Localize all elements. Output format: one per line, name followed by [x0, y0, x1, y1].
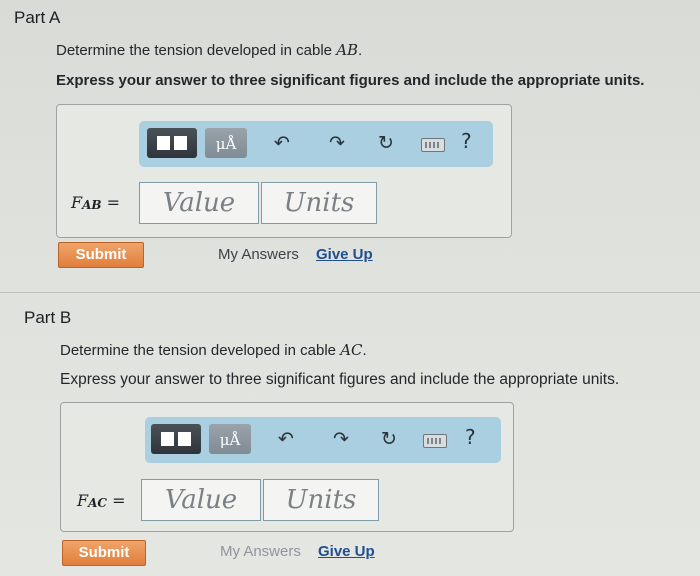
template-block-icon — [178, 432, 191, 446]
units-input[interactable]: Units — [261, 182, 377, 224]
help-icon[interactable]: ? — [465, 425, 476, 449]
part-a-submit-button[interactable]: Submit — [58, 242, 144, 268]
template-block-icon — [157, 136, 170, 150]
undo-icon[interactable]: ↶ — [274, 131, 290, 155]
part-a-instruction: Express your answer to three significant… — [56, 72, 645, 89]
prompt-text: Determine the tension developed in cable — [56, 42, 337, 59]
force-sub: AB — [82, 198, 102, 212]
value-input[interactable]: Value — [141, 479, 261, 521]
force-var: F — [71, 193, 83, 212]
equals-sign: = — [112, 491, 126, 510]
reset-icon[interactable]: ↻ — [381, 427, 397, 451]
part-b-give-up-link[interactable]: Give Up — [318, 543, 375, 560]
part-a-label: FAB = — [71, 193, 120, 212]
units-button[interactable]: μÅ — [205, 128, 247, 158]
part-a-my-answers-link[interactable]: My Answers — [218, 246, 299, 263]
keyboard-icon[interactable] — [423, 434, 447, 448]
templates-button[interactable] — [151, 424, 201, 454]
prompt-text: Determine the tension developed in cable — [60, 342, 341, 359]
templates-button[interactable] — [147, 128, 197, 158]
part-b-label: FAC = — [77, 491, 125, 510]
keyboard-icon[interactable] — [421, 138, 445, 152]
section-divider — [0, 292, 700, 293]
math-toolbar: μÅ ↶ ↷ ↻ ? — [145, 417, 501, 463]
help-icon[interactable]: ? — [461, 129, 472, 153]
undo-icon[interactable]: ↶ — [278, 427, 294, 451]
part-b-my-answers-link[interactable]: My Answers — [220, 543, 301, 560]
part-b-submit-button[interactable]: Submit — [62, 540, 146, 566]
force-var: F — [77, 491, 89, 510]
units-button[interactable]: μÅ — [209, 424, 251, 454]
part-a-answer-box: μÅ ↶ ↷ ↻ ? FAB = Value Units — [56, 104, 512, 238]
force-sub: AC — [88, 496, 107, 510]
cable-name: AB — [336, 41, 359, 59]
part-b-title: Part B — [24, 308, 72, 327]
prompt-end: . — [362, 342, 367, 359]
equals-sign: = — [106, 193, 121, 212]
redo-icon[interactable]: ↷ — [333, 427, 349, 451]
value-input[interactable]: Value — [139, 182, 259, 224]
reset-icon[interactable]: ↻ — [378, 131, 394, 155]
cable-name: AC — [340, 341, 363, 359]
part-a-title: Part A — [14, 8, 61, 27]
part-b-answer-box: μÅ ↶ ↷ ↻ ? FAC = Value Units — [60, 402, 514, 532]
part-a-prompt: Determine the tension developed in cable… — [56, 41, 362, 59]
math-toolbar: μÅ ↶ ↷ ↻ ? — [139, 121, 493, 167]
prompt-end: . — [358, 42, 363, 59]
units-input[interactable]: Units — [263, 479, 379, 521]
part-b-prompt: Determine the tension developed in cable… — [60, 341, 367, 359]
template-block-icon — [161, 432, 174, 446]
redo-icon[interactable]: ↷ — [329, 131, 345, 155]
part-a-give-up-link[interactable]: Give Up — [316, 246, 373, 263]
part-b-instruction: Express your answer to three significant… — [60, 371, 620, 388]
template-block-icon — [174, 136, 187, 150]
